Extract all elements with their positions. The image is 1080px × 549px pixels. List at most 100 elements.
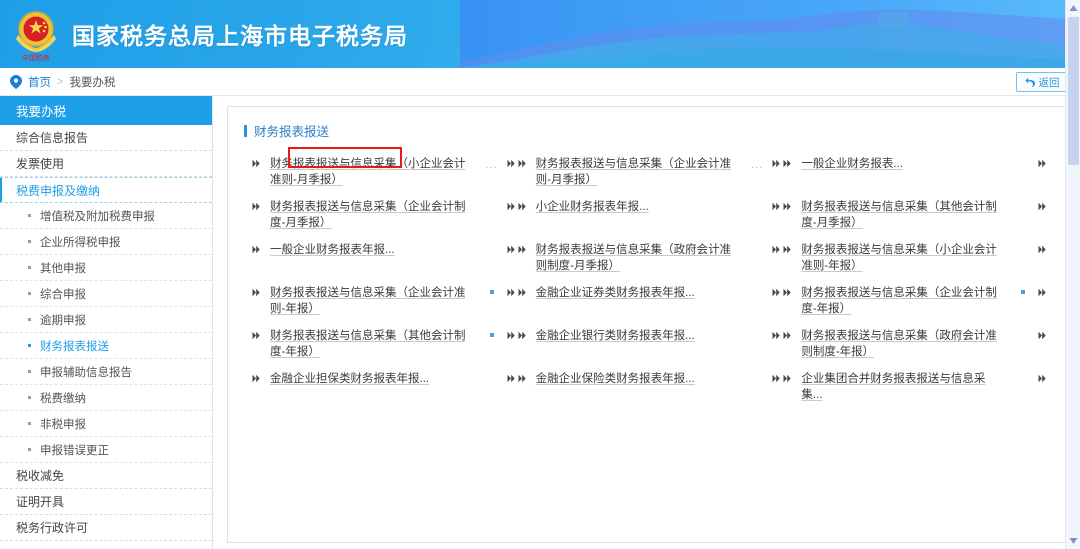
sidebar-item-1[interactable]: 发票使用 bbox=[0, 151, 212, 177]
service-link-cell: 企业集团合并财务报表报送与信息采集... bbox=[783, 371, 1049, 414]
status-dot bbox=[489, 290, 494, 294]
sidebar-list: 综合信息报告发票使用税费申报及缴纳增值税及附加税费申报企业所得税申报 其他申报综合… bbox=[0, 125, 212, 541]
sidebar-item-label: 综合信息报告 bbox=[16, 131, 89, 145]
sidebar-item-5[interactable]: 其他申报 bbox=[0, 255, 212, 281]
arrow-bullet-icon bbox=[772, 288, 781, 297]
service-link[interactable]: 财务报表报送与信息采集（其他会计制度-年报） bbox=[270, 328, 466, 360]
scroll-down-arrow-icon[interactable] bbox=[1069, 536, 1078, 545]
sidebar-bullet-icon bbox=[28, 292, 31, 295]
sidebar-item-15[interactable]: 税务行政许可 bbox=[0, 515, 212, 541]
sidebar-item-8[interactable]: 财务报表报送 bbox=[0, 333, 212, 359]
sidebar-item-label: 申报辅助信息报告 bbox=[40, 366, 132, 379]
sidebar-item-label: 税费申报及缴纳 bbox=[16, 183, 101, 198]
sidebar-item-label: 税务行政许可 bbox=[16, 521, 89, 535]
breadcrumb: 首页 > 我要办税 返回 bbox=[0, 68, 1080, 96]
service-link-cell: 小企业财务报表年报... bbox=[518, 199, 784, 242]
service-link-cell: 财务报表报送与信息采集（企业会计制度-月季报） bbox=[252, 199, 518, 242]
sidebar-bullet-icon bbox=[28, 266, 31, 269]
sidebar-item-9[interactable]: 申报辅助信息报告 bbox=[0, 359, 212, 385]
service-link-cell: 一般企业财务报表年报... bbox=[252, 242, 518, 285]
sidebar-item-3[interactable]: 增值税及附加税费申报 bbox=[0, 203, 212, 229]
body-wrapper: 我要办税 综合信息报告发票使用税费申报及缴纳增值税及附加税费申报企业所得税申报其… bbox=[0, 96, 1080, 549]
sidebar-item-11[interactable]: 非税申报 bbox=[0, 411, 212, 437]
status-dot bbox=[489, 333, 494, 337]
sidebar-item-4[interactable]: 企业所得税申报 bbox=[0, 229, 212, 255]
header-inner: 中国税务 国家税务总局上海市电子税务局 bbox=[0, 0, 1080, 68]
sidebar: 我要办税 综合信息报告发票使用税费申报及缴纳增值税及附加税费申报企业所得税申报其… bbox=[0, 96, 213, 549]
service-link[interactable]: 一般企业财务报表年报... bbox=[270, 242, 395, 258]
arrow-bullet-icon bbox=[507, 159, 515, 168]
sidebar-item-7[interactable]: 逾期申报 bbox=[0, 307, 212, 333]
sidebar-item-12[interactable]: 申报错误更正 bbox=[0, 437, 212, 463]
arrow-bullet-icon bbox=[507, 374, 515, 383]
truncation-ellipsis: ... bbox=[751, 159, 764, 171]
truncation-ellipsis: ... bbox=[485, 159, 498, 171]
status-dot bbox=[1020, 290, 1025, 294]
service-link-cell: 金融企业保险类财务报表年报... bbox=[518, 371, 784, 414]
service-link[interactable]: 财务报表报送与信息采集（小企业会计准则-年报） bbox=[801, 242, 997, 274]
arrow-bullet-icon bbox=[783, 288, 792, 297]
arrow-bullet-icon bbox=[518, 245, 526, 254]
arrow-bullet-icon bbox=[1038, 245, 1046, 254]
sidebar-bullet-icon bbox=[28, 240, 31, 243]
sidebar-bullet-icon bbox=[28, 344, 31, 347]
arrow-bullet-icon bbox=[1038, 374, 1046, 383]
sidebar-item-10[interactable]: 税费缴纳 bbox=[0, 385, 212, 411]
arrow-bullet-icon bbox=[252, 245, 260, 254]
service-link[interactable]: 财务报表报送与信息采集（政府会计准则制度-月季报） bbox=[536, 242, 732, 274]
service-link[interactable]: 财务报表报送与信息采集（小企业会计准则-月季报） bbox=[270, 156, 466, 188]
arrow-bullet-icon bbox=[518, 331, 526, 340]
sidebar-item-2[interactable]: 税费申报及缴纳 bbox=[0, 177, 212, 203]
service-link-cell: 财务报表报送与信息采集（企业会计准则-年报） bbox=[252, 285, 518, 328]
sidebar-item-14[interactable]: 证明开具 bbox=[0, 489, 212, 515]
sidebar-bullet-icon bbox=[28, 422, 31, 425]
service-link-cell: 财务报表报送与信息采集（企业会计准则-月季报）... bbox=[518, 156, 784, 199]
breadcrumb-home[interactable]: 首页 bbox=[28, 74, 51, 90]
service-link[interactable]: 财务报表报送与信息采集（企业会计制度-月季报） bbox=[270, 199, 466, 231]
service-link[interactable]: 企业集团合并财务报表报送与信息采集... bbox=[801, 371, 997, 403]
sidebar-item-label: 税费缴纳 bbox=[40, 392, 86, 405]
service-link-cell: 财务报表报送与信息采集（政府会计准则制度-月季报） bbox=[518, 242, 784, 285]
service-link[interactable]: 财务报表报送与信息采集（企业会计制度-年报） bbox=[801, 285, 997, 317]
arrow-bullet-icon bbox=[507, 331, 515, 340]
sidebar-item-13[interactable]: 税收减免 bbox=[0, 463, 212, 489]
scroll-up-arrow-icon[interactable] bbox=[1069, 4, 1078, 13]
service-link[interactable]: 金融企业银行类财务报表年报... bbox=[536, 328, 695, 344]
service-link[interactable]: 金融企业保险类财务报表年报... bbox=[536, 371, 695, 387]
service-link[interactable]: 财务报表报送与信息采集（其他会计制度-月季报） bbox=[801, 199, 997, 231]
service-link[interactable]: 财务报表报送与信息采集（企业会计准则-年报） bbox=[270, 285, 466, 317]
page-root: 中国税务 国家税务总局上海市电子税务局 首页 > 我要办税 返回 我要办税 综合… bbox=[0, 0, 1080, 549]
page-scrollbar[interactable] bbox=[1065, 0, 1080, 549]
service-link[interactable]: 金融企业担保类财务报表年报... bbox=[270, 371, 429, 387]
sidebar-header: 我要办税 bbox=[0, 96, 212, 125]
section-title: 财务报表报送 bbox=[244, 121, 1049, 140]
arrow-bullet-icon bbox=[252, 288, 260, 297]
arrow-bullet-icon bbox=[507, 245, 515, 254]
content-panel: 财务报表报送 财务报表报送与信息采集（小企业会计准则-月季报）... 财务报表报送… bbox=[227, 106, 1066, 543]
service-link[interactable]: 金融企业证券类财务报表年报... bbox=[536, 285, 695, 301]
breadcrumb-current: 我要办税 bbox=[69, 76, 116, 89]
arrow-bullet-icon bbox=[252, 374, 260, 383]
service-link[interactable]: 财务报表报送与信息采集（企业会计准则-月季报） bbox=[536, 156, 732, 188]
arrow-bullet-icon bbox=[518, 288, 526, 297]
location-pin-icon bbox=[10, 74, 22, 89]
sidebar-item-label: 综合申报 bbox=[40, 288, 86, 301]
sidebar-item-label: 其他申报 bbox=[40, 262, 86, 275]
service-link[interactable]: 财务报表报送与信息采集（政府会计准则制度-年报） bbox=[801, 328, 997, 360]
sidebar-item-label: 逾期申报 bbox=[40, 314, 86, 327]
service-link[interactable]: 一般企业财务报表... bbox=[801, 156, 903, 172]
sidebar-item-label: 企业所得税申报 bbox=[40, 236, 121, 249]
arrow-bullet-icon bbox=[1038, 331, 1046, 340]
return-button[interactable]: 返回 bbox=[1016, 72, 1068, 92]
sidebar-item-6[interactable]: 综合申报 bbox=[0, 281, 212, 307]
arrow-bullet-icon bbox=[1038, 202, 1046, 211]
sidebar-bullet-icon bbox=[28, 370, 31, 373]
scroll-thumb[interactable] bbox=[1068, 17, 1079, 165]
sidebar-item-0[interactable]: 综合信息报告 bbox=[0, 125, 212, 151]
service-link-cell: 财务报表报送与信息采集（其他会计制度-年报） bbox=[252, 328, 518, 371]
main-content: 财务报表报送 财务报表报送与信息采集（小企业会计准则-月季报）... 财务报表报送… bbox=[213, 96, 1080, 549]
service-link-cell: 财务报表报送与信息采集（其他会计制度-月季报） bbox=[783, 199, 1049, 242]
service-link[interactable]: 小企业财务报表年报... bbox=[536, 199, 649, 215]
return-button-label: 返回 bbox=[1038, 76, 1060, 89]
site-header: 中国税务 国家税务总局上海市电子税务局 bbox=[0, 0, 1080, 68]
